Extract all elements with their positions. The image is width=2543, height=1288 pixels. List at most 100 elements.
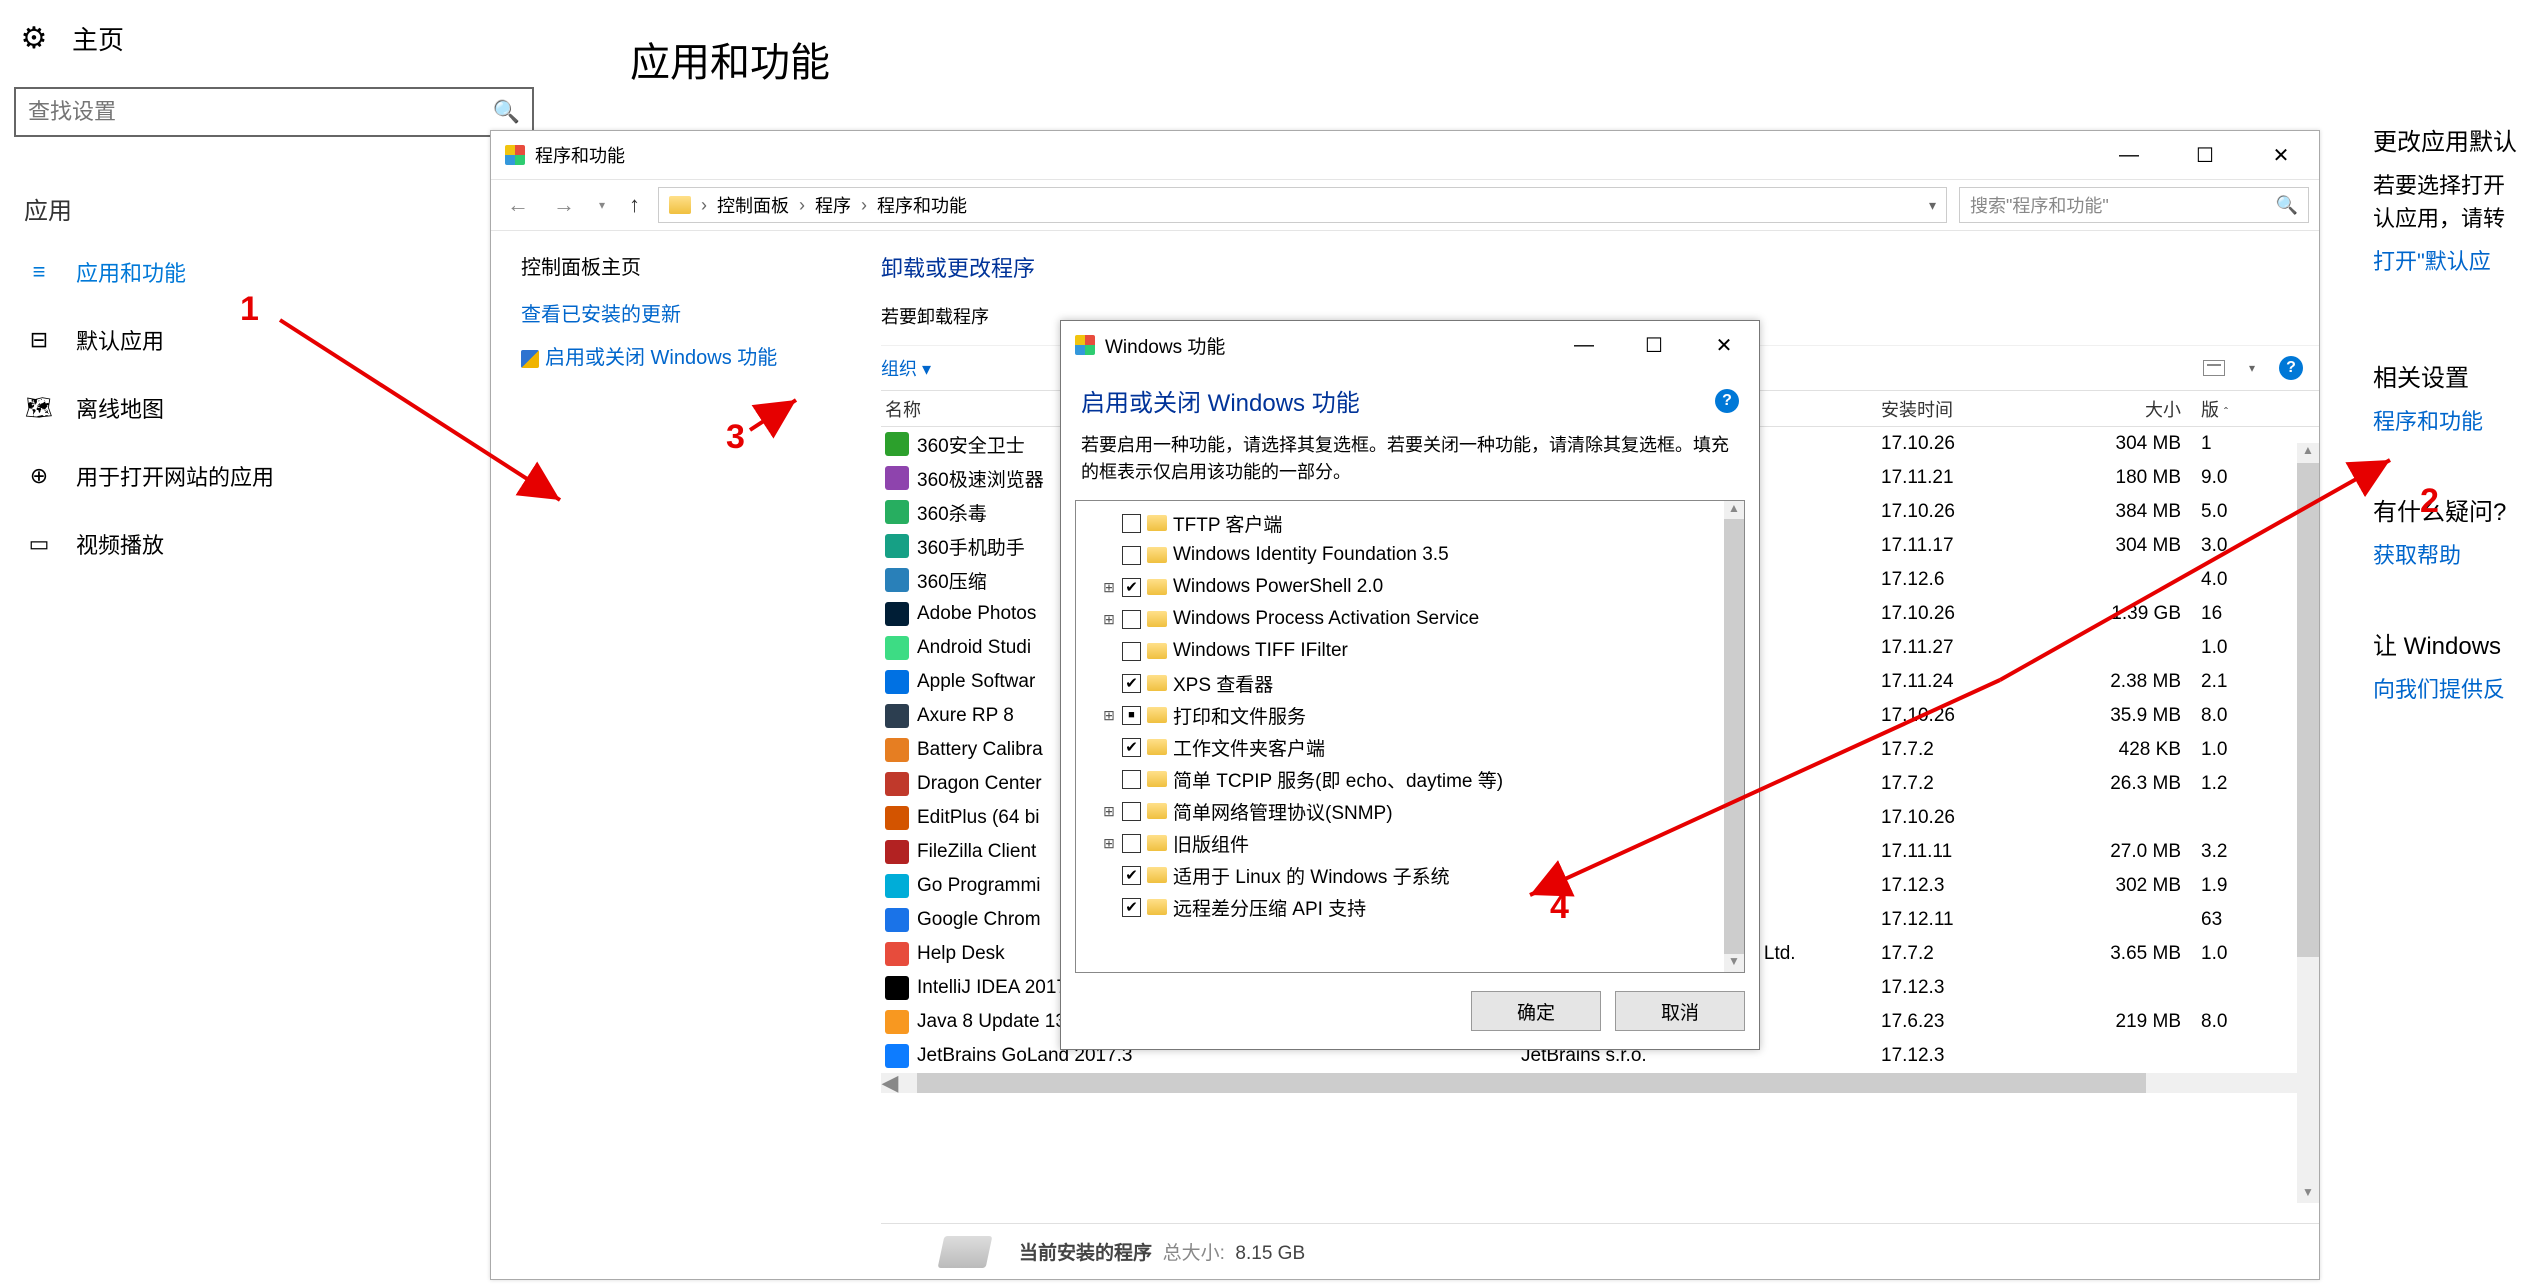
feature-row[interactable]: ⊞旧版组件 xyxy=(1076,827,1744,859)
feature-row[interactable]: ⊞ 简单网络管理协议(SNMP) xyxy=(1076,795,1744,827)
feature-label: TFTP 客户端 xyxy=(1173,510,1282,537)
feature-row[interactable]: 工作文件夹客户端 xyxy=(1076,731,1744,763)
feature-label: XPS 查看器 xyxy=(1173,670,1273,697)
program-size: 26.3 MB xyxy=(2031,773,2201,795)
tree-expander-icon[interactable]: ⊞ xyxy=(1102,707,1116,724)
breadcrumb-2[interactable]: 程序和功能 xyxy=(877,192,967,218)
explorer-search-box[interactable]: 搜索"程序和功能" 🔍 xyxy=(1959,187,2309,223)
view-dropdown-icon[interactable]: ▾ xyxy=(2249,361,2255,375)
settings-right-pane: 更改应用默认 若要选择打开 认应用，请转 打开"默认应 相关设置 程序和功能 有… xyxy=(2373,100,2543,706)
explorer-minimize-button[interactable]: — xyxy=(2091,131,2167,179)
settings-search-box[interactable]: 🔍 xyxy=(14,87,534,137)
program-date: 17.6.23 xyxy=(1881,1011,2031,1033)
tree-expander-icon[interactable]: ⊞ xyxy=(1102,611,1116,628)
program-name: Apple Softwar xyxy=(917,671,1035,693)
explorer-title-bar[interactable]: 程序和功能 — ☐ ✕ xyxy=(491,131,2319,179)
breadcrumb-0[interactable]: 控制面板 xyxy=(717,192,789,218)
program-version: 8.0 xyxy=(2201,1011,2261,1033)
dialog-help-icon[interactable]: ? xyxy=(1715,389,1739,413)
program-name: 360压缩 xyxy=(917,567,987,594)
nav-forward-button[interactable]: → xyxy=(547,188,581,222)
dialog-close-button[interactable]: ✕ xyxy=(1689,321,1759,369)
feature-checkbox[interactable] xyxy=(1122,642,1141,661)
program-version: 1.2 xyxy=(2201,773,2261,795)
right-link-programs-features[interactable]: 程序和功能 xyxy=(2373,405,2543,438)
footer-total-size: 8.15 GB xyxy=(1235,1243,1305,1264)
program-date: 17.10.26 xyxy=(1881,501,2031,523)
feature-row[interactable]: Windows TIFF IFilter xyxy=(1076,635,1744,667)
nav-up-button[interactable]: ↑ xyxy=(623,188,646,222)
dialog-maximize-button[interactable]: ☐ xyxy=(1619,321,1689,369)
program-date: 17.11.24 xyxy=(1881,671,2031,693)
dialog-minimize-button[interactable]: — xyxy=(1549,321,1619,369)
vertical-scrollbar[interactable]: ▲ ▼ xyxy=(2297,443,2319,1203)
feature-row[interactable]: 简单 TCPIP 服务(即 echo、daytime 等) xyxy=(1076,763,1744,795)
breadcrumb-1[interactable]: 程序 xyxy=(815,192,851,218)
right-link-default-apps[interactable]: 打开"默认应 xyxy=(2373,245,2543,278)
feature-label: 远程差分压缩 API 支持 xyxy=(1173,894,1366,921)
col-size-header[interactable]: 大小 xyxy=(2031,396,2201,422)
tree-expander-icon[interactable]: ⊞ xyxy=(1102,803,1116,820)
feature-row[interactable]: ⊞ 打印和文件服务 xyxy=(1076,699,1744,731)
dialog-heading-row: 启用或关闭 Windows 功能 ? xyxy=(1061,369,1759,418)
program-date: 17.7.2 xyxy=(1881,773,2031,795)
feature-checkbox[interactable] xyxy=(1122,674,1141,693)
right-heading-related: 相关设置 xyxy=(2373,358,2543,393)
tree-expander-icon[interactable]: ⊞ xyxy=(1102,835,1116,852)
dialog-title-bar[interactable]: Windows 功能 — ☐ ✕ xyxy=(1061,321,1759,369)
feature-row[interactable]: 远程差分压缩 API 支持 xyxy=(1076,891,1744,923)
organize-button[interactable]: 组织 ▾ xyxy=(881,355,931,381)
view-installed-updates-link[interactable]: 查看已安装的更新 xyxy=(521,298,831,327)
feature-checkbox[interactable] xyxy=(1122,834,1141,853)
settings-search-input[interactable] xyxy=(28,99,468,125)
gear-icon[interactable]: ⚙ xyxy=(18,23,50,55)
feature-row[interactable]: ⊞Windows PowerShell 2.0 xyxy=(1076,571,1744,603)
settings-home-title[interactable]: 主页 xyxy=(72,20,124,57)
feature-row[interactable]: 适用于 Linux 的 Windows 子系统 xyxy=(1076,859,1744,891)
feature-row[interactable]: TFTP 客户端 xyxy=(1076,507,1744,539)
program-name: Axure RP 8 xyxy=(917,705,1014,727)
feature-checkbox[interactable] xyxy=(1122,770,1141,789)
footer-icon xyxy=(938,1236,993,1268)
feature-checkbox[interactable] xyxy=(1122,546,1141,565)
feature-label: 打印和文件服务 xyxy=(1173,702,1306,729)
feature-label: 简单 TCPIP 服务(即 echo、daytime 等) xyxy=(1173,766,1503,793)
tree-scrollbar[interactable]: ▲ ▼ xyxy=(1724,501,1744,972)
explorer-maximize-button[interactable]: ☐ xyxy=(2167,131,2243,179)
ok-button[interactable]: 确定 xyxy=(1471,991,1601,1031)
feature-checkbox[interactable] xyxy=(1122,610,1141,629)
feature-checkbox[interactable] xyxy=(1122,802,1141,821)
feature-row[interactable]: XPS 查看器 xyxy=(1076,667,1744,699)
right-link-feedback[interactable]: 向我们提供反 xyxy=(2373,673,2543,706)
sidebar-icon-0: ≡ xyxy=(24,259,54,285)
feature-checkbox[interactable] xyxy=(1122,578,1141,597)
feature-label: 简单网络管理协议(SNMP) xyxy=(1173,798,1393,825)
shield-icon xyxy=(521,350,539,368)
program-version: 63 xyxy=(2201,909,2261,931)
right-link-get-help[interactable]: 获取帮助 xyxy=(2373,539,2543,572)
program-version: 1.0 xyxy=(2201,739,2261,761)
turn-windows-features-link[interactable]: 启用或关闭 Windows 功能 xyxy=(521,341,831,370)
uninstall-title: 卸载或更改程序 xyxy=(881,251,2319,283)
address-bar[interactable]: › 控制面板 › 程序 › 程序和功能 ▾ xyxy=(658,187,1947,223)
address-dropdown-icon[interactable]: ▾ xyxy=(1929,197,1936,214)
feature-checkbox[interactable] xyxy=(1122,866,1141,885)
view-options-button[interactable] xyxy=(2203,360,2225,376)
feature-checkbox[interactable] xyxy=(1122,898,1141,917)
explorer-close-button[interactable]: ✕ xyxy=(2243,131,2319,179)
col-ver-header[interactable]: 版 ˆ xyxy=(2201,396,2261,422)
horizontal-scrollbar[interactable]: ◀ ▶ xyxy=(881,1073,2319,1093)
feature-checkbox[interactable] xyxy=(1122,514,1141,533)
nav-back-button[interactable]: ← xyxy=(501,188,535,222)
cancel-button[interactable]: 取消 xyxy=(1615,991,1745,1031)
feature-checkbox[interactable] xyxy=(1122,738,1141,757)
control-panel-home-link[interactable]: 控制面板主页 xyxy=(521,251,831,280)
col-date-header[interactable]: 安装时间 xyxy=(1881,396,2031,422)
nav-history-button[interactable]: ▾ xyxy=(593,194,611,216)
feature-row[interactable]: Windows Identity Foundation 3.5 xyxy=(1076,539,1744,571)
program-size: 428 KB xyxy=(2031,739,2201,761)
tree-expander-icon[interactable]: ⊞ xyxy=(1102,579,1116,596)
feature-checkbox[interactable] xyxy=(1122,706,1141,725)
feature-row[interactable]: ⊞Windows Process Activation Service xyxy=(1076,603,1744,635)
help-icon[interactable]: ? xyxy=(2279,356,2303,380)
